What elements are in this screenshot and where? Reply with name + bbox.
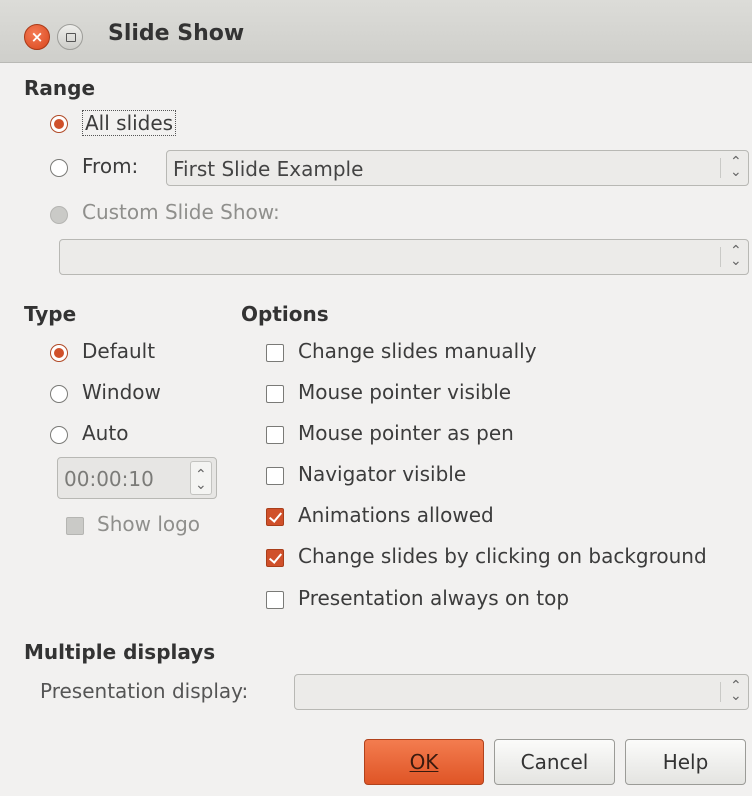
auto-label[interactable]: Auto bbox=[82, 421, 128, 445]
default-label[interactable]: Default bbox=[82, 339, 155, 363]
auto-time-value: 00:00:10 bbox=[64, 467, 154, 491]
all-slides-label[interactable]: All slides bbox=[82, 110, 177, 136]
show-logo-checkbox[interactable] bbox=[66, 517, 84, 535]
animations-allowed-label[interactable]: Animations allowed bbox=[298, 503, 494, 527]
default-radio[interactable] bbox=[50, 344, 68, 362]
window-title: Slide Show bbox=[108, 21, 245, 46]
presentation-display-select[interactable]: ⌃ ⌄ bbox=[294, 674, 749, 710]
help-button[interactable]: Help bbox=[625, 739, 746, 785]
change-slides-manually-checkbox[interactable] bbox=[266, 344, 284, 362]
all-slides-radio[interactable] bbox=[50, 115, 68, 133]
custom-slide-show-radio[interactable] bbox=[50, 206, 68, 224]
show-logo-label: Show logo bbox=[97, 512, 201, 536]
animations-allowed-checkbox[interactable] bbox=[266, 508, 284, 526]
custom-slide-show-select[interactable]: ⌃ ⌄ bbox=[59, 239, 749, 275]
close-window-icon[interactable]: × bbox=[24, 24, 50, 50]
from-radio[interactable] bbox=[50, 159, 68, 177]
auto-time-field[interactable]: 00:00:10 ⌃ ⌄ bbox=[57, 457, 217, 499]
custom-slide-show-spin-icon[interactable]: ⌃ ⌄ bbox=[720, 240, 748, 274]
presentation-display-label: Presentation display: bbox=[40, 679, 249, 703]
ok-button[interactable]: OK bbox=[364, 739, 484, 785]
auto-radio[interactable] bbox=[50, 426, 68, 444]
cancel-button[interactable]: Cancel bbox=[494, 739, 615, 785]
presentation-always-on-top-label[interactable]: Presentation always on top bbox=[298, 586, 569, 610]
multiple-displays-heading: Multiple displays bbox=[24, 640, 216, 664]
type-heading: Type bbox=[24, 302, 77, 326]
from-slide-select[interactable]: First Slide Example ⌃ ⌄ bbox=[166, 150, 749, 186]
from-slide-value: First Slide Example bbox=[173, 157, 364, 181]
options-heading: Options bbox=[241, 302, 329, 326]
window-label[interactable]: Window bbox=[82, 380, 161, 404]
mouse-pointer-visible-checkbox[interactable] bbox=[266, 385, 284, 403]
title-bar: × Slide Show bbox=[0, 0, 752, 63]
presentation-always-on-top-checkbox[interactable] bbox=[266, 591, 284, 609]
auto-time-stepper-icon[interactable]: ⌃ ⌄ bbox=[190, 461, 212, 495]
change-slides-by-clicking-checkbox[interactable] bbox=[266, 549, 284, 567]
custom-slide-show-label: Custom Slide Show: bbox=[82, 200, 280, 224]
maximize-window-icon[interactable] bbox=[57, 24, 83, 50]
mouse-pointer-visible-label[interactable]: Mouse pointer visible bbox=[298, 380, 511, 404]
presentation-display-spin-icon[interactable]: ⌃ ⌄ bbox=[720, 675, 748, 709]
mouse-pointer-as-pen-label[interactable]: Mouse pointer as pen bbox=[298, 421, 514, 445]
window-radio[interactable] bbox=[50, 385, 68, 403]
range-heading: Range bbox=[24, 76, 96, 100]
navigator-visible-label[interactable]: Navigator visible bbox=[298, 462, 466, 486]
from-label[interactable]: From: bbox=[82, 154, 138, 178]
change-slides-manually-label[interactable]: Change slides manually bbox=[298, 339, 537, 363]
ok-button-label: OK bbox=[409, 750, 439, 774]
from-slide-spin-icon[interactable]: ⌃ ⌄ bbox=[720, 151, 748, 185]
navigator-visible-checkbox[interactable] bbox=[266, 467, 284, 485]
change-slides-by-clicking-label[interactable]: Change slides by clicking on background bbox=[298, 544, 707, 568]
mouse-pointer-as-pen-checkbox[interactable] bbox=[266, 426, 284, 444]
